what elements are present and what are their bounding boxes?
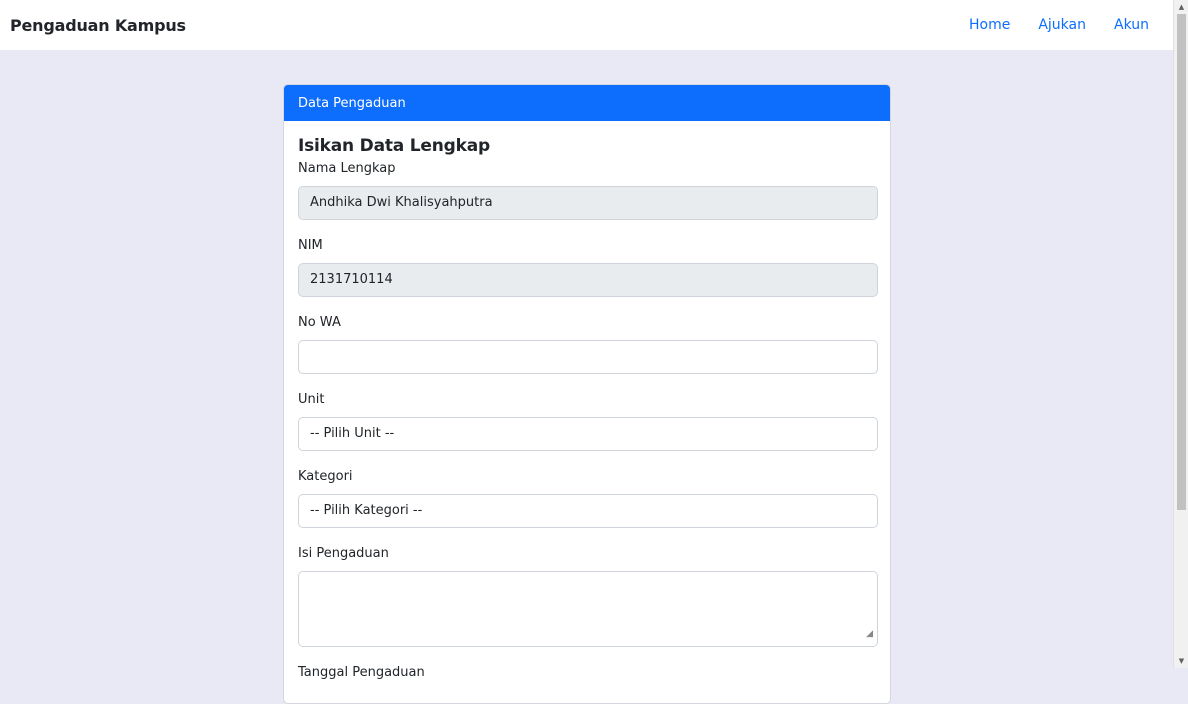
resize-grip-icon[interactable]: ◢ bbox=[866, 625, 873, 643]
form-title: Isikan Data Lengkap bbox=[298, 136, 490, 156]
scroll-thumb[interactable] bbox=[1177, 14, 1186, 510]
nama-field[interactable]: Andhika Dwi Khalisyahputra bbox=[298, 186, 878, 220]
kategori-select[interactable]: -- Pilih Kategori -- bbox=[298, 494, 878, 528]
complaint-form-card: Data Pengaduan Isikan Data Lengkap Nama … bbox=[283, 84, 891, 704]
scroll-up-icon[interactable]: ▲ bbox=[1174, 0, 1188, 14]
scroll-down-icon[interactable]: ▼ bbox=[1174, 654, 1188, 668]
tanggal-label: Tanggal Pengaduan bbox=[298, 665, 425, 680]
card-body: Isikan Data Lengkap Nama Lengkap Andhika… bbox=[284, 121, 890, 682]
nav-akun-link[interactable]: Akun bbox=[1114, 17, 1149, 33]
wa-label: No WA bbox=[298, 315, 341, 330]
isi-textarea[interactable]: ◢ bbox=[298, 571, 878, 647]
card-header: Data Pengaduan bbox=[284, 85, 890, 121]
top-navbar: Pengaduan Kampus Home Ajukan Akun bbox=[0, 0, 1173, 50]
nav-home-link[interactable]: Home bbox=[969, 17, 1010, 33]
nim-field[interactable]: 2131710114 bbox=[298, 263, 878, 297]
isi-label: Isi Pengaduan bbox=[298, 546, 389, 561]
kategori-label: Kategori bbox=[298, 469, 353, 484]
brand-link[interactable]: Pengaduan Kampus bbox=[10, 16, 186, 35]
card-header-title: Data Pengaduan bbox=[298, 95, 406, 111]
page-scrollbar[interactable]: ▲ ▼ bbox=[1173, 0, 1188, 668]
unit-label: Unit bbox=[298, 392, 325, 407]
nav-links: Home Ajukan Akun bbox=[941, 17, 1163, 33]
unit-select[interactable]: -- Pilih Unit -- bbox=[298, 417, 878, 451]
wa-field[interactable] bbox=[298, 340, 878, 374]
nim-label: NIM bbox=[298, 238, 323, 253]
nav-ajukan-link[interactable]: Ajukan bbox=[1038, 17, 1086, 33]
nama-label: Nama Lengkap bbox=[298, 161, 396, 176]
